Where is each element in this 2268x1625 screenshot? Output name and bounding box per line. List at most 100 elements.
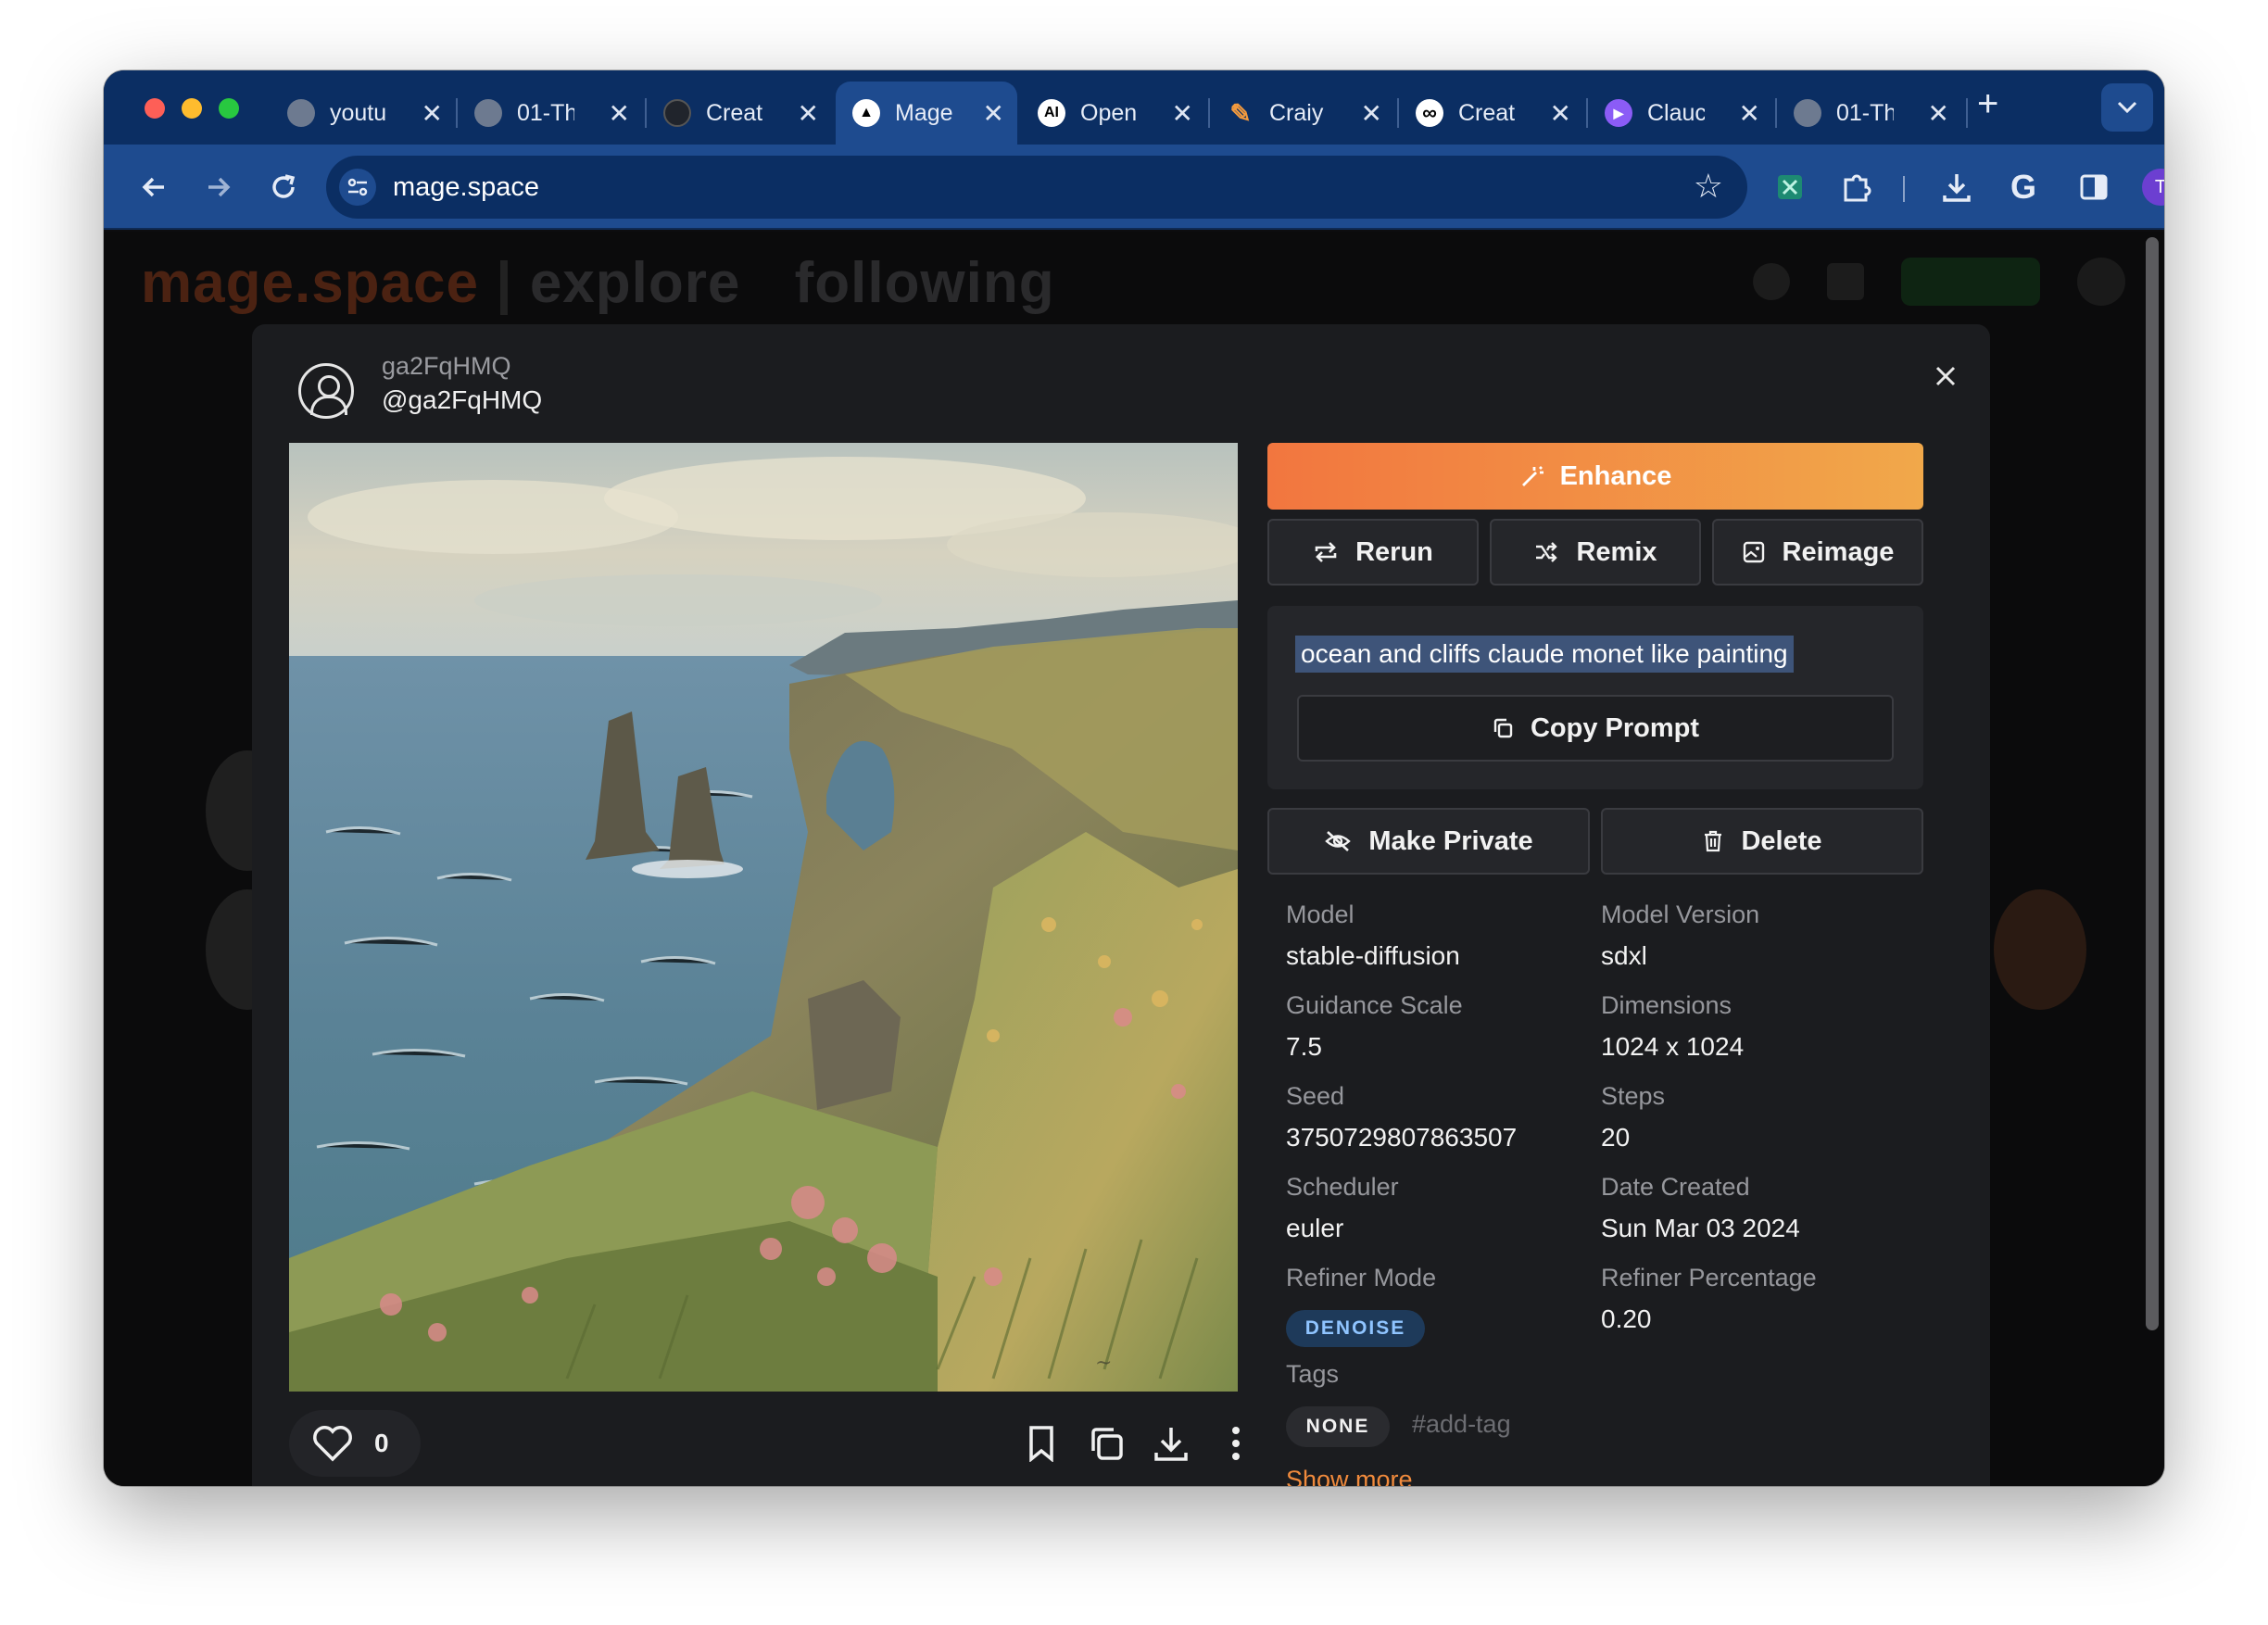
- tags-label: Tags: [1286, 1360, 1340, 1388]
- seed-label: Seed: [1286, 1082, 1345, 1110]
- close-tab-icon[interactable]: ✕: [1739, 98, 1760, 129]
- reload-button[interactable]: [259, 163, 308, 211]
- minimize-window-button[interactable]: [182, 98, 202, 119]
- tab-creat-1[interactable]: Creat ✕: [647, 82, 832, 145]
- close-tab-icon[interactable]: ✕: [609, 98, 630, 129]
- seed-value: 3750729807863507: [1286, 1123, 1518, 1152]
- image-icon: [1743, 541, 1764, 563]
- like-button[interactable]: 0: [289, 1410, 421, 1477]
- ai-logo-icon: AI: [1038, 99, 1065, 127]
- copy-icon: [1493, 718, 1513, 738]
- remix-button[interactable]: Remix: [1490, 519, 1701, 586]
- tab-youtube[interactable]: youtu ✕: [271, 82, 456, 145]
- dimensions-value: 1024 x 1024: [1601, 1032, 1745, 1061]
- browser-window: youtu ✕ 01-Th ✕ Creat ✕ ▲ Mage ✕ AI Open…: [104, 70, 2164, 1486]
- tab-01-th[interactable]: 01-Th ✕: [458, 82, 643, 145]
- repeat-icon: [1315, 542, 1337, 562]
- reimage-button[interactable]: Reimage: [1712, 519, 1923, 586]
- user-handle[interactable]: @ga2FqHMQ: [382, 385, 542, 415]
- tab-open[interactable]: AI Open ✕: [1021, 82, 1206, 145]
- profile-initial: T: [2142, 169, 2164, 206]
- show-more-link[interactable]: Show more: [1286, 1466, 1413, 1486]
- close-modal-icon[interactable]: [1934, 365, 1957, 387]
- tab-01-th-2[interactable]: 01-Th ✕: [1777, 82, 1962, 145]
- svg-text:~: ~: [1095, 1352, 1112, 1375]
- maximize-window-button[interactable]: [219, 98, 239, 119]
- toolbar-divider: [1903, 176, 1905, 202]
- google-g-icon[interactable]: G: [2001, 165, 2046, 209]
- more-options-button[interactable]: [1214, 1421, 1258, 1466]
- close-window-button[interactable]: [145, 98, 165, 119]
- trash-icon: [1705, 830, 1722, 852]
- enhance-label: Enhance: [1559, 460, 1672, 491]
- heart-icon: [313, 1426, 352, 1462]
- background-avatar: [2077, 258, 2125, 306]
- tab-creat-2[interactable]: ∞ Creat ✕: [1399, 82, 1584, 145]
- play-icon: ▶: [1605, 99, 1632, 127]
- site-settings-icon[interactable]: [339, 169, 376, 206]
- tab-title: Creat: [706, 99, 763, 126]
- close-tab-icon[interactable]: ✕: [798, 98, 819, 129]
- refiner-mode-badge: DENOISE: [1286, 1310, 1425, 1347]
- bookmark-icon: [1029, 1426, 1053, 1462]
- tab-craiyon[interactable]: ✎ Craiy ✕: [1210, 82, 1395, 145]
- tab-search-button[interactable]: [2101, 83, 2153, 132]
- page-content: mage.space | explore following ga2FqHMQ …: [104, 232, 2164, 1486]
- tab-title: Clauc: [1647, 99, 1705, 126]
- guidance-scale-label: Guidance Scale: [1286, 991, 1463, 1019]
- steps-label: Steps: [1601, 1082, 1666, 1110]
- downloads-icon[interactable]: [1934, 165, 1979, 209]
- tab-title: Open: [1080, 99, 1138, 126]
- background-site-header: mage.space | explore following: [141, 251, 1055, 315]
- extensions-puzzle-icon[interactable]: [1834, 165, 1879, 209]
- username[interactable]: ga2FqHMQ: [382, 352, 511, 381]
- bookmark-star-icon[interactable]: ☆: [1694, 167, 1723, 206]
- close-tab-icon[interactable]: ✕: [422, 98, 443, 129]
- close-tab-icon[interactable]: ✕: [1550, 98, 1571, 129]
- tab-title: Mage: [895, 99, 952, 126]
- date-created-label: Date Created: [1601, 1173, 1750, 1201]
- url-text[interactable]: mage.space: [393, 172, 539, 203]
- tab-claude[interactable]: ▶ Clauc ✕: [1588, 82, 1773, 145]
- bookmark-button[interactable]: [1019, 1421, 1064, 1466]
- download-button[interactable]: [1149, 1421, 1193, 1466]
- copy-prompt-button[interactable]: Copy Prompt: [1297, 695, 1894, 762]
- arrow-left-icon: [142, 177, 164, 197]
- background-blur: [1994, 889, 2086, 1010]
- close-tab-icon[interactable]: ✕: [1361, 98, 1382, 129]
- guidance-scale-value: 7.5: [1286, 1032, 1322, 1061]
- side-panel-icon[interactable]: [2072, 165, 2116, 209]
- close-tab-icon[interactable]: ✕: [1928, 98, 1949, 129]
- generated-image[interactable]: ~: [289, 443, 1238, 1392]
- rerun-button[interactable]: Rerun: [1267, 519, 1479, 586]
- circle-logo-icon: [663, 99, 691, 127]
- user-avatar-icon[interactable]: [298, 363, 354, 419]
- nav-explore: explore: [529, 251, 741, 315]
- prompt-text[interactable]: ocean and cliffs claude monet like paint…: [1295, 636, 1794, 673]
- delete-button[interactable]: Delete: [1601, 808, 1923, 875]
- page-scrollbar[interactable]: [2146, 237, 2159, 1330]
- make-private-button[interactable]: Make Private: [1267, 808, 1590, 875]
- extension-grammar-icon[interactable]: [1768, 165, 1812, 209]
- new-tab-button[interactable]: +: [1977, 83, 1998, 125]
- copy-image-button[interactable]: [1084, 1421, 1128, 1466]
- painting-illustration: ~: [289, 443, 1238, 1392]
- enhance-button[interactable]: Enhance: [1267, 443, 1923, 510]
- close-tab-icon[interactable]: ✕: [1172, 98, 1193, 129]
- tab-title: Creat: [1458, 99, 1516, 126]
- back-button[interactable]: [130, 163, 178, 211]
- rerun-label: Rerun: [1355, 536, 1433, 567]
- add-tag-input[interactable]: #add-tag: [1412, 1410, 1511, 1439]
- tab-title: 01-Th: [517, 99, 574, 126]
- tag-none-badge[interactable]: NONE: [1286, 1406, 1390, 1447]
- address-bar[interactable]: mage.space ☆: [326, 156, 1747, 219]
- close-tab-icon[interactable]: ✕: [983, 98, 1004, 129]
- background-icon: [1827, 263, 1864, 300]
- globe-icon: [1794, 99, 1821, 127]
- profile-avatar[interactable]: T: [2138, 165, 2164, 209]
- tab-mage-active[interactable]: ▲ Mage ✕: [836, 82, 1017, 145]
- remix-label: Remix: [1576, 536, 1657, 567]
- forward-button[interactable]: [195, 163, 243, 211]
- globe-icon: [287, 99, 315, 127]
- tab-title: 01-Th: [1836, 99, 1894, 126]
